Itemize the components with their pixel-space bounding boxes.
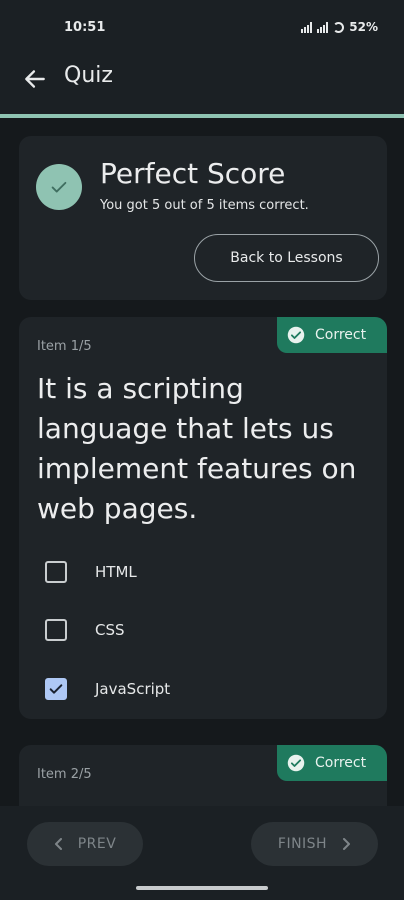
chevron-left-icon bbox=[54, 838, 62, 850]
check-circle-icon bbox=[287, 754, 305, 772]
correct-badge: Correct bbox=[277, 317, 387, 353]
status-icons: 52% bbox=[301, 20, 378, 34]
finish-label: FINISH bbox=[277, 836, 328, 852]
option-label: CSS bbox=[95, 621, 125, 639]
cell-signal-icon bbox=[317, 21, 329, 33]
score-title: Perfect Score bbox=[100, 157, 286, 190]
option-label: JavaScript bbox=[95, 680, 171, 698]
checkmark-icon bbox=[49, 684, 63, 694]
finish-button[interactable]: FINISH bbox=[251, 822, 378, 866]
accent-divider bbox=[0, 114, 404, 118]
status-bar: 10:51 52% bbox=[0, 0, 404, 54]
battery-percent: 52% bbox=[349, 20, 378, 34]
badge-label: Correct bbox=[315, 755, 367, 771]
check-icon bbox=[36, 164, 82, 210]
question-text: It is a scripting language that lets us … bbox=[37, 372, 357, 525]
item-number: Item 1/5 bbox=[37, 339, 92, 354]
back-to-lessons-button[interactable]: Back to Lessons bbox=[194, 234, 379, 282]
battery-icon bbox=[333, 21, 345, 33]
wifi-signal-icon bbox=[301, 21, 313, 33]
option-html[interactable]: HTML bbox=[45, 561, 137, 583]
prev-button[interactable]: PREV bbox=[27, 822, 143, 866]
quiz-item-card: Correct Item 1/5 It is a scripting langu… bbox=[19, 317, 387, 719]
option-label: HTML bbox=[95, 563, 137, 581]
option-css[interactable]: CSS bbox=[45, 619, 125, 641]
app-bar: Quiz bbox=[0, 54, 404, 114]
status-time: 10:51 bbox=[64, 20, 106, 35]
checkbox-unchecked[interactable] bbox=[45, 619, 67, 641]
checkbox-checked[interactable] bbox=[45, 678, 67, 700]
score-card: Perfect Score You got 5 out of 5 items c… bbox=[19, 136, 387, 300]
arrow-left-icon[interactable] bbox=[22, 66, 48, 92]
check-circle-icon bbox=[287, 326, 305, 344]
option-javascript[interactable]: JavaScript bbox=[45, 678, 170, 700]
correct-badge: Correct bbox=[277, 745, 387, 781]
item-number: Item 2/5 bbox=[37, 767, 92, 782]
page-title: Quiz bbox=[64, 63, 113, 88]
badge-label: Correct bbox=[315, 327, 367, 343]
score-subtitle: You got 5 out of 5 items correct. bbox=[100, 198, 309, 213]
prev-label: PREV bbox=[77, 836, 117, 852]
chevron-right-icon bbox=[343, 838, 351, 850]
checkbox-unchecked[interactable] bbox=[45, 561, 67, 583]
home-indicator bbox=[136, 886, 268, 890]
